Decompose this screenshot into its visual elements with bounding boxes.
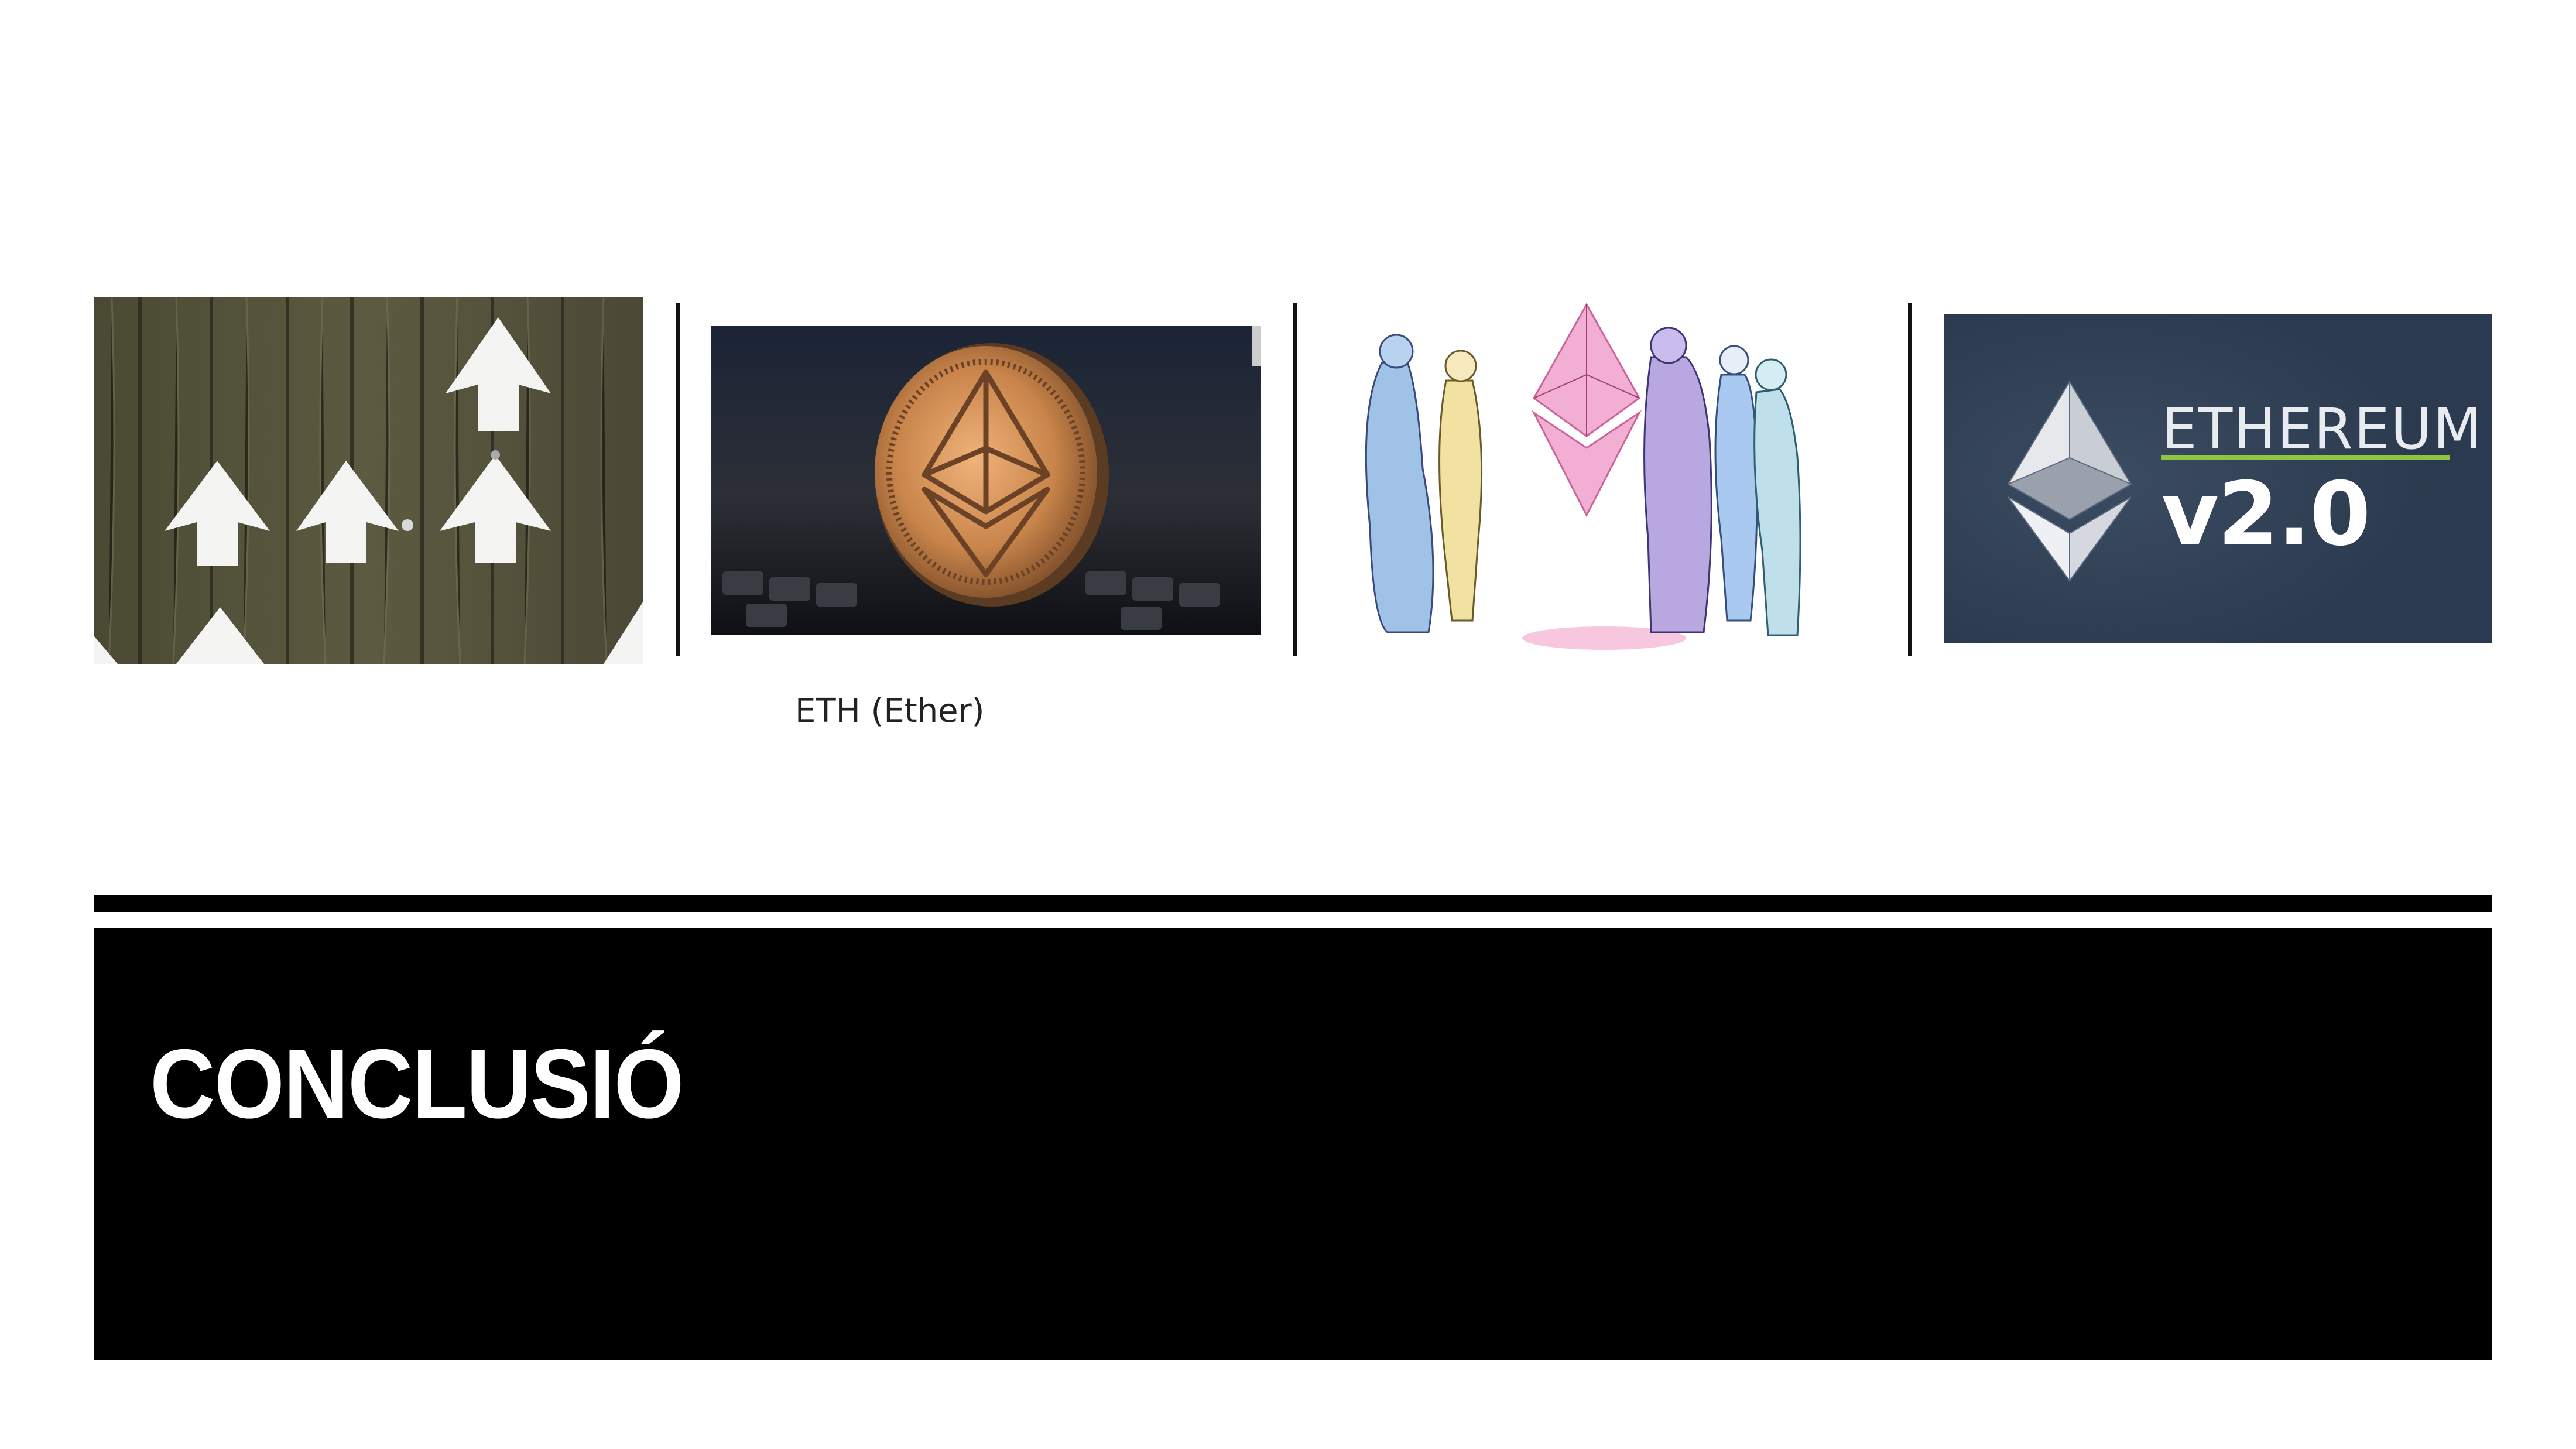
title-band: CONCLUSIÓ — [94, 928, 2492, 1360]
divider-3 — [1908, 303, 1912, 656]
arrows-wood-image — [94, 297, 643, 664]
slide-title: CONCLUSIÓ — [150, 1029, 684, 1139]
ethereum-v2-logo-image: ETHEREUM v2.0 — [1944, 314, 2492, 643]
ethereum-coin-photo-icon — [711, 326, 1261, 635]
ethereum-logo-wordmark: ETHEREUM — [2161, 396, 2483, 462]
people-around-ethereum-crystal-icon — [1347, 293, 1862, 657]
ether-coin-image — [711, 326, 1261, 635]
title-rule — [94, 895, 2492, 912]
up-arrows-photo-icon — [94, 297, 643, 664]
divider-1 — [676, 303, 680, 656]
ethereum-logo-version: v2.0 — [2161, 464, 2371, 566]
divider-2 — [1293, 303, 1297, 656]
ethereum-illustration-image — [1347, 293, 1862, 657]
image-caption: ETH (Ether) — [795, 692, 985, 730]
